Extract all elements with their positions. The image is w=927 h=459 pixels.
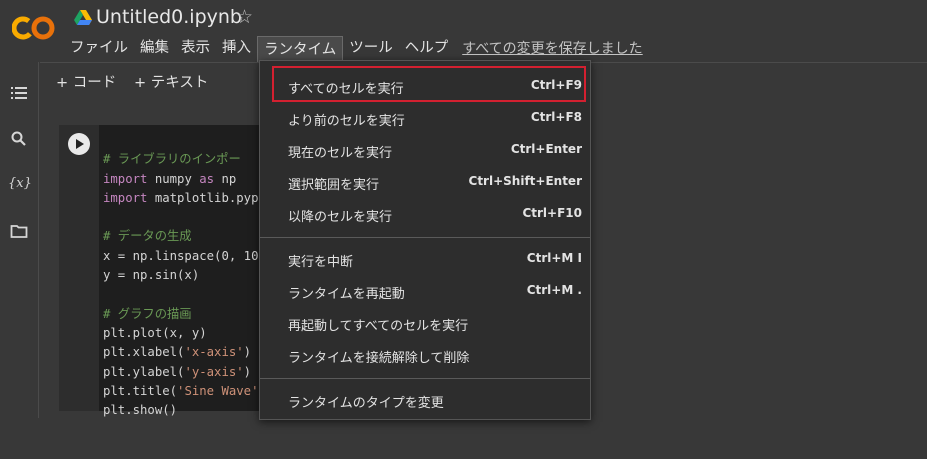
menu-item-shortcut: Ctrl+F8 [530,110,582,124]
run-cell-button[interactable] [68,133,90,155]
disconnect-delete-item[interactable]: ランタイムを接続解除して削除 [260,340,590,370]
restart-run-all-item[interactable]: 再起動してすべてのセルを実行 [260,308,590,338]
menu-item-label: 選択範囲を実行 [288,178,380,193]
menu-item-label: より前のセルを実行 [288,114,405,129]
menu-bar: ファイル 編集 表示 挿入 ランタイム ツール ヘルプ すべての変更を保存しまし… [64,35,643,63]
folder-icon[interactable] [10,222,28,240]
code-line: y = np.sin(x) [103,268,200,283]
menu-divider [260,237,590,238]
menu-view[interactable]: 表示 [175,36,216,60]
highlight-box [272,66,586,102]
left-sidebar: {x} [0,62,39,418]
star-icon[interactable]: ☆ [236,6,253,28]
menu-item-shortcut: Ctrl+Enter [510,142,582,156]
runtime-dropdown-menu: すべてのセルを実行 Ctrl+F9 より前のセルを実行 Ctrl+F8 現在のセ… [259,60,591,420]
code-line: # データの生成 [103,229,192,244]
menu-item-label: ランタイムを接続解除して削除 [288,351,470,366]
code-line: import matplotlib.pypl [103,190,266,205]
menu-item-label: 再起動してすべてのセルを実行 [288,319,469,334]
menu-item-shortcut: Ctrl+M . [526,283,582,297]
restart-item[interactable]: ランタイムを再起動 Ctrl+M . [260,276,590,306]
code-line: plt.ylabel('y-axis') [103,364,252,379]
menu-item-shortcut: Ctrl+M I [526,251,582,265]
menu-item-label: 以降のセルを実行 [288,210,393,225]
code-line: import numpy as np [103,171,237,186]
search-icon[interactable] [10,130,28,148]
menu-divider [260,378,590,379]
colab-logo[interactable] [11,14,56,42]
add-text-button[interactable]: + テキスト [134,71,208,92]
code-line: plt.plot(x, y) [103,325,207,340]
run-selection-item[interactable]: 選択範囲を実行 Ctrl+Shift+Enter [260,167,590,197]
code-line: # ライブラリのインポー [103,152,241,167]
code-editor[interactable]: # ライブラリのインポー import numpy as np import mat… [103,131,266,459]
save-status-link[interactable]: すべての変更を保存しました [462,38,642,58]
menu-help[interactable]: ヘルプ [399,36,455,60]
cell-gutter [59,125,99,411]
menu-insert[interactable]: 挿入 [216,36,257,60]
header: Untitled0.ipynb ☆ ファイル 編集 表示 挿入 ランタイム ツー… [0,0,927,63]
menu-runtime[interactable]: ランタイム [257,35,344,63]
menu-file[interactable]: ファイル [64,36,134,60]
code-line: plt.xlabel('x-axis') [103,345,252,360]
google-drive-icon [74,10,92,26]
add-code-button[interactable]: + コード [56,71,116,92]
variables-icon[interactable]: {x} [8,176,32,194]
notebook-title[interactable]: Untitled0.ipynb [96,6,242,28]
menu-item-label: ランタイムを再起動 [288,287,405,302]
menu-tools[interactable]: ツール [343,36,399,60]
code-line: plt.title('Sine Wave') [103,383,266,398]
change-runtime-type-item[interactable]: ランタイムのタイプを変更 [260,385,590,415]
menu-item-label: ランタイムのタイプを変更 [288,396,444,411]
menu-item-label: 現在のセルを実行 [288,146,393,161]
menu-item-label: 実行を中断 [288,255,354,270]
menu-edit[interactable]: 編集 [134,36,175,60]
run-after-item[interactable]: 以降のセルを実行 Ctrl+F10 [260,199,590,229]
menu-item-shortcut: Ctrl+Shift+Enter [468,174,582,188]
interrupt-item[interactable]: 実行を中断 Ctrl+M I [260,244,590,274]
run-current-item[interactable]: 現在のセルを実行 Ctrl+Enter [260,135,590,165]
code-line: # グラフの描画 [103,306,192,321]
run-before-item[interactable]: より前のセルを実行 Ctrl+F8 [260,103,590,133]
table-of-contents-icon[interactable] [10,84,28,102]
code-line: x = np.linspace(0, 10, [103,248,266,263]
menu-item-shortcut: Ctrl+F10 [522,206,582,220]
